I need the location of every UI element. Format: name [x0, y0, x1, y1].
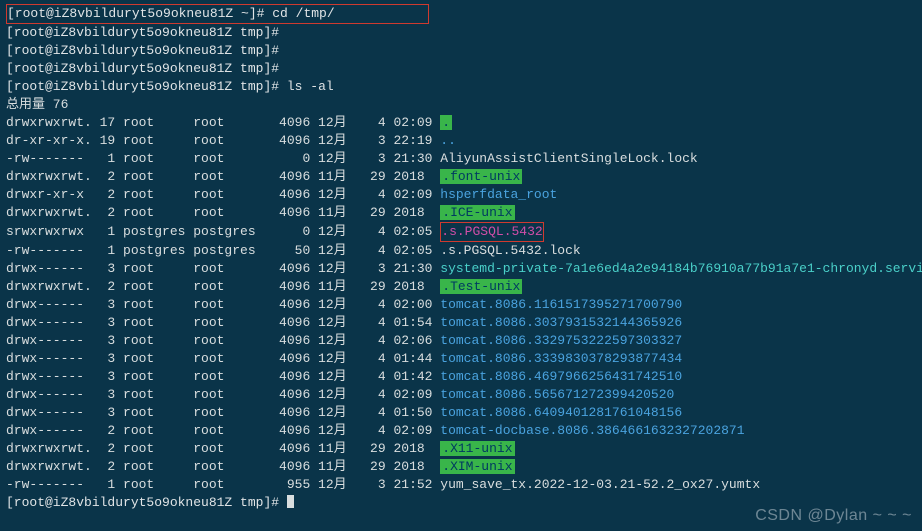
ls-row: drwx------ 3 root root 4096 12月 4 01:54 … — [6, 314, 916, 332]
ls-row: drwxrwxrwt. 2 root root 4096 11月 29 2018… — [6, 278, 916, 296]
prompt-line: [root@iZ8vbilduryt5o9okneu81Z tmp]# — [6, 60, 916, 78]
prompt-line: [root@iZ8vbilduryt5o9okneu81Z tmp]# — [6, 24, 916, 42]
ls-row: drwx------ 2 root root 4096 12月 4 02:09 … — [6, 422, 916, 440]
ls-row: drwxrwxrwt. 2 root root 4096 11月 29 2018… — [6, 168, 916, 186]
ls-row: drwxrwxrwt. 2 root root 4096 11月 29 2018… — [6, 204, 916, 222]
ls-row: drwxrwxrwt. 2 root root 4096 11月 29 2018… — [6, 440, 916, 458]
ls-row: -rw------- 1 root root 955 12月 3 21:52 y… — [6, 476, 916, 494]
ls-row: drwx------ 3 root root 4096 12月 4 01:50 … — [6, 404, 916, 422]
ls-row: drwx------ 3 root root 4096 12月 4 02:09 … — [6, 386, 916, 404]
ls-row: -rw------- 1 postgres postgres 50 12月 4 … — [6, 242, 916, 260]
ls-row: -rw------- 1 root root 0 12月 3 21:30 Ali… — [6, 150, 916, 168]
ls-row: drwx------ 3 root root 4096 12月 4 02:00 … — [6, 296, 916, 314]
terminal[interactable]: [root@iZ8vbilduryt5o9okneu81Z ~]# cd /tm… — [6, 4, 916, 512]
ls-row: drwxrwxrwt. 2 root root 4096 11月 29 2018… — [6, 458, 916, 476]
ls-row: drwx------ 3 root root 4096 12月 4 01:44 … — [6, 350, 916, 368]
prompt-line: [root@iZ8vbilduryt5o9okneu81Z ~]# cd /tm… — [6, 4, 916, 24]
prompt-line: [root@iZ8vbilduryt5o9okneu81Z tmp]# — [6, 42, 916, 60]
ls-row: srwxrwxrwx 1 postgres postgres 0 12月 4 0… — [6, 222, 916, 242]
total-line: 总用量 76 — [6, 96, 916, 114]
ls-row: drwx------ 3 root root 4096 12月 3 21:30 … — [6, 260, 916, 278]
ls-row: drwx------ 3 root root 4096 12月 4 02:06 … — [6, 332, 916, 350]
ls-row: drwxrwxrwt. 17 root root 4096 12月 4 02:0… — [6, 114, 916, 132]
ls-row: drwx------ 3 root root 4096 12月 4 01:42 … — [6, 368, 916, 386]
ls-row: drwxr-xr-x 2 root root 4096 12月 4 02:09 … — [6, 186, 916, 204]
watermark: CSDN @Dylan ~ ~ ~ — [755, 507, 912, 525]
ls-row: dr-xr-xr-x. 19 root root 4096 12月 3 22:1… — [6, 132, 916, 150]
prompt-line: [root@iZ8vbilduryt5o9okneu81Z tmp]# ls -… — [6, 78, 916, 96]
